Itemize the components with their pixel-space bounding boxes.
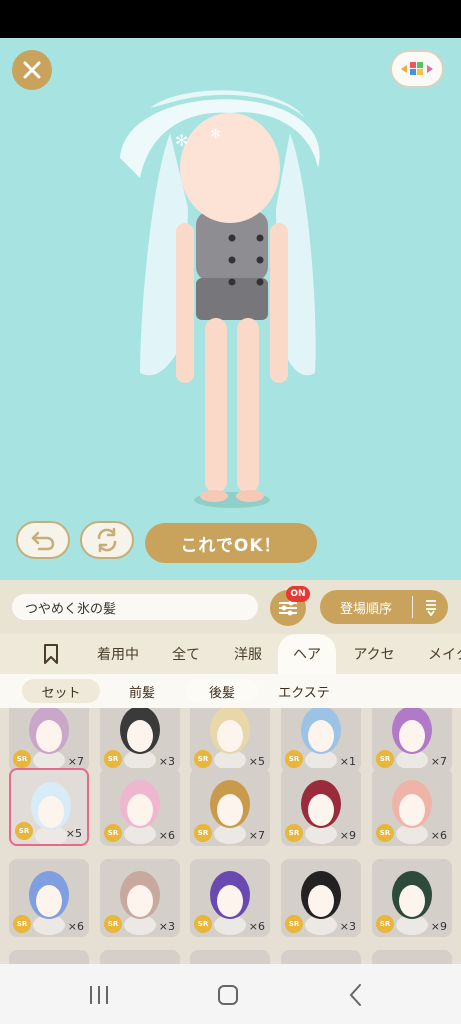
owned-count: ×6 bbox=[430, 829, 447, 842]
owned-count: ×5 bbox=[65, 827, 82, 840]
rarity-badge: SR bbox=[104, 824, 122, 842]
rarity-badge: SR bbox=[376, 750, 394, 768]
rarity-badge: SR bbox=[285, 915, 303, 933]
svg-text:✻: ✻ bbox=[175, 131, 188, 150]
subtab-set[interactable]: セット bbox=[22, 679, 100, 703]
recent-apps-button[interactable] bbox=[84, 982, 114, 1008]
hair-item-card[interactable]: SR ×7 bbox=[9, 708, 89, 772]
tab-hair[interactable]: ヘア bbox=[278, 634, 336, 674]
close-button[interactable] bbox=[12, 50, 52, 90]
hair-item-card-partial[interactable] bbox=[372, 950, 452, 964]
sort-order-icon bbox=[425, 600, 436, 616]
hair-item-card[interactable]: SR ×7 bbox=[372, 708, 452, 772]
back-icon bbox=[349, 984, 361, 1006]
subtab-extensions[interactable]: エクステ bbox=[266, 679, 342, 703]
owned-count: ×5 bbox=[248, 755, 265, 768]
owned-count: ×1 bbox=[339, 755, 356, 768]
tab-clothes[interactable]: 洋服 bbox=[222, 634, 274, 674]
swap-icon bbox=[97, 527, 117, 553]
subtab-back-hair[interactable]: 後髪 bbox=[186, 679, 258, 703]
hair-item-card[interactable]: SR ×3 bbox=[100, 859, 180, 937]
back-button[interactable] bbox=[344, 982, 368, 1008]
recent-apps-icon bbox=[90, 986, 108, 1004]
status-bar bbox=[0, 0, 461, 38]
hair-item-card[interactable]: SR ×1 bbox=[281, 708, 361, 772]
rarity-badge: SR bbox=[376, 824, 394, 842]
filter-on-badge: ON bbox=[286, 586, 310, 602]
home-button[interactable] bbox=[214, 982, 242, 1008]
subtab-bangs[interactable]: 前髪 bbox=[112, 679, 172, 703]
sort-order-label: 登場順序 bbox=[339, 601, 392, 617]
owned-count: ×7 bbox=[430, 755, 447, 768]
rarity-badge: SR bbox=[194, 915, 212, 933]
avatar-figure: ✻ ✻ bbox=[120, 90, 320, 508]
avatar-stage: ✻ ✻ bbox=[0, 38, 461, 580]
hair-item-card[interactable]: SR ×3 bbox=[281, 859, 361, 937]
tab-all[interactable]: 全て bbox=[160, 634, 212, 674]
rarity-badge: SR bbox=[285, 750, 303, 768]
hair-item-card-partial[interactable] bbox=[100, 950, 180, 964]
hair-item-card[interactable]: SR ×9 bbox=[281, 768, 361, 846]
rarity-badge: SR bbox=[285, 824, 303, 842]
owned-count: ×6 bbox=[248, 920, 265, 933]
sort-order-button[interactable]: 登場順序 bbox=[320, 590, 448, 624]
hair-item-card[interactable]: SR ×6 bbox=[190, 859, 270, 937]
tab-accessories[interactable]: アクセ bbox=[342, 634, 406, 674]
owned-count: ×6 bbox=[158, 829, 175, 842]
bookmark-icon bbox=[44, 644, 58, 664]
hair-item-card[interactable]: SR ×5 bbox=[190, 708, 270, 772]
home-icon bbox=[218, 985, 238, 1005]
owned-count: ×3 bbox=[158, 755, 175, 768]
hair-item-card[interactable]: SR ×5 bbox=[9, 768, 89, 846]
tab-bookmark[interactable] bbox=[28, 634, 74, 674]
hair-item-card[interactable]: SR ×7 bbox=[190, 768, 270, 846]
owned-count: ×3 bbox=[158, 920, 175, 933]
owned-count: ×9 bbox=[339, 829, 356, 842]
undo-button[interactable] bbox=[16, 521, 70, 559]
owned-count: ×6 bbox=[67, 920, 84, 933]
palette-toggle-button[interactable] bbox=[390, 50, 444, 88]
rarity-badge: SR bbox=[194, 750, 212, 768]
tab-makeup[interactable]: メイク bbox=[418, 634, 461, 674]
hair-item-card[interactable]: SR ×6 bbox=[372, 768, 452, 846]
close-icon bbox=[23, 61, 41, 79]
rarity-badge: SR bbox=[376, 915, 394, 933]
hair-item-card[interactable]: SR ×6 bbox=[9, 859, 89, 937]
hair-item-card[interactable]: SR ×6 bbox=[100, 768, 180, 846]
hair-item-card-partial[interactable] bbox=[281, 950, 361, 964]
tab-wearing[interactable]: 着用中 bbox=[86, 634, 150, 674]
palette-toggle-icon bbox=[401, 62, 433, 75]
undo-icon bbox=[31, 531, 55, 551]
hair-item-card-partial[interactable] bbox=[9, 950, 89, 964]
item-name-field: つやめく氷の髪 bbox=[12, 594, 258, 620]
owned-count: ×7 bbox=[67, 755, 84, 768]
hair-item-card[interactable]: SR ×3 bbox=[100, 708, 180, 772]
android-nav-bar bbox=[0, 964, 461, 1024]
owned-count: ×9 bbox=[430, 920, 447, 933]
hair-subtabs: セット 前髪 後髪 エクステ bbox=[0, 674, 461, 708]
rarity-badge: SR bbox=[194, 824, 212, 842]
owned-count: ×7 bbox=[248, 829, 265, 842]
hair-item-card-partial[interactable] bbox=[190, 950, 270, 964]
sort-divider bbox=[412, 596, 413, 618]
category-tabs: 着用中 全て 洋服 ヘア アクセ メイク bbox=[0, 634, 461, 674]
swap-button[interactable] bbox=[80, 521, 134, 559]
rarity-badge: SR bbox=[15, 822, 33, 840]
rarity-badge: SR bbox=[104, 750, 122, 768]
rarity-badge: SR bbox=[104, 915, 122, 933]
hair-item-card[interactable]: SR ×9 bbox=[372, 859, 452, 937]
rarity-badge: SR bbox=[13, 750, 31, 768]
svg-text:✻: ✻ bbox=[210, 127, 221, 142]
confirm-ok-button[interactable]: これでOK！ bbox=[145, 523, 317, 563]
owned-count: ×3 bbox=[339, 920, 356, 933]
item-grid: SR ×7 SR ×3 SR ×5 SR ×1 SR ×7 SR ×5 SR ×6 SR ×7 SR ×9 SR ×6… bbox=[0, 708, 461, 964]
sort-direction-toggle[interactable] bbox=[413, 598, 448, 616]
rarity-badge: SR bbox=[13, 915, 31, 933]
